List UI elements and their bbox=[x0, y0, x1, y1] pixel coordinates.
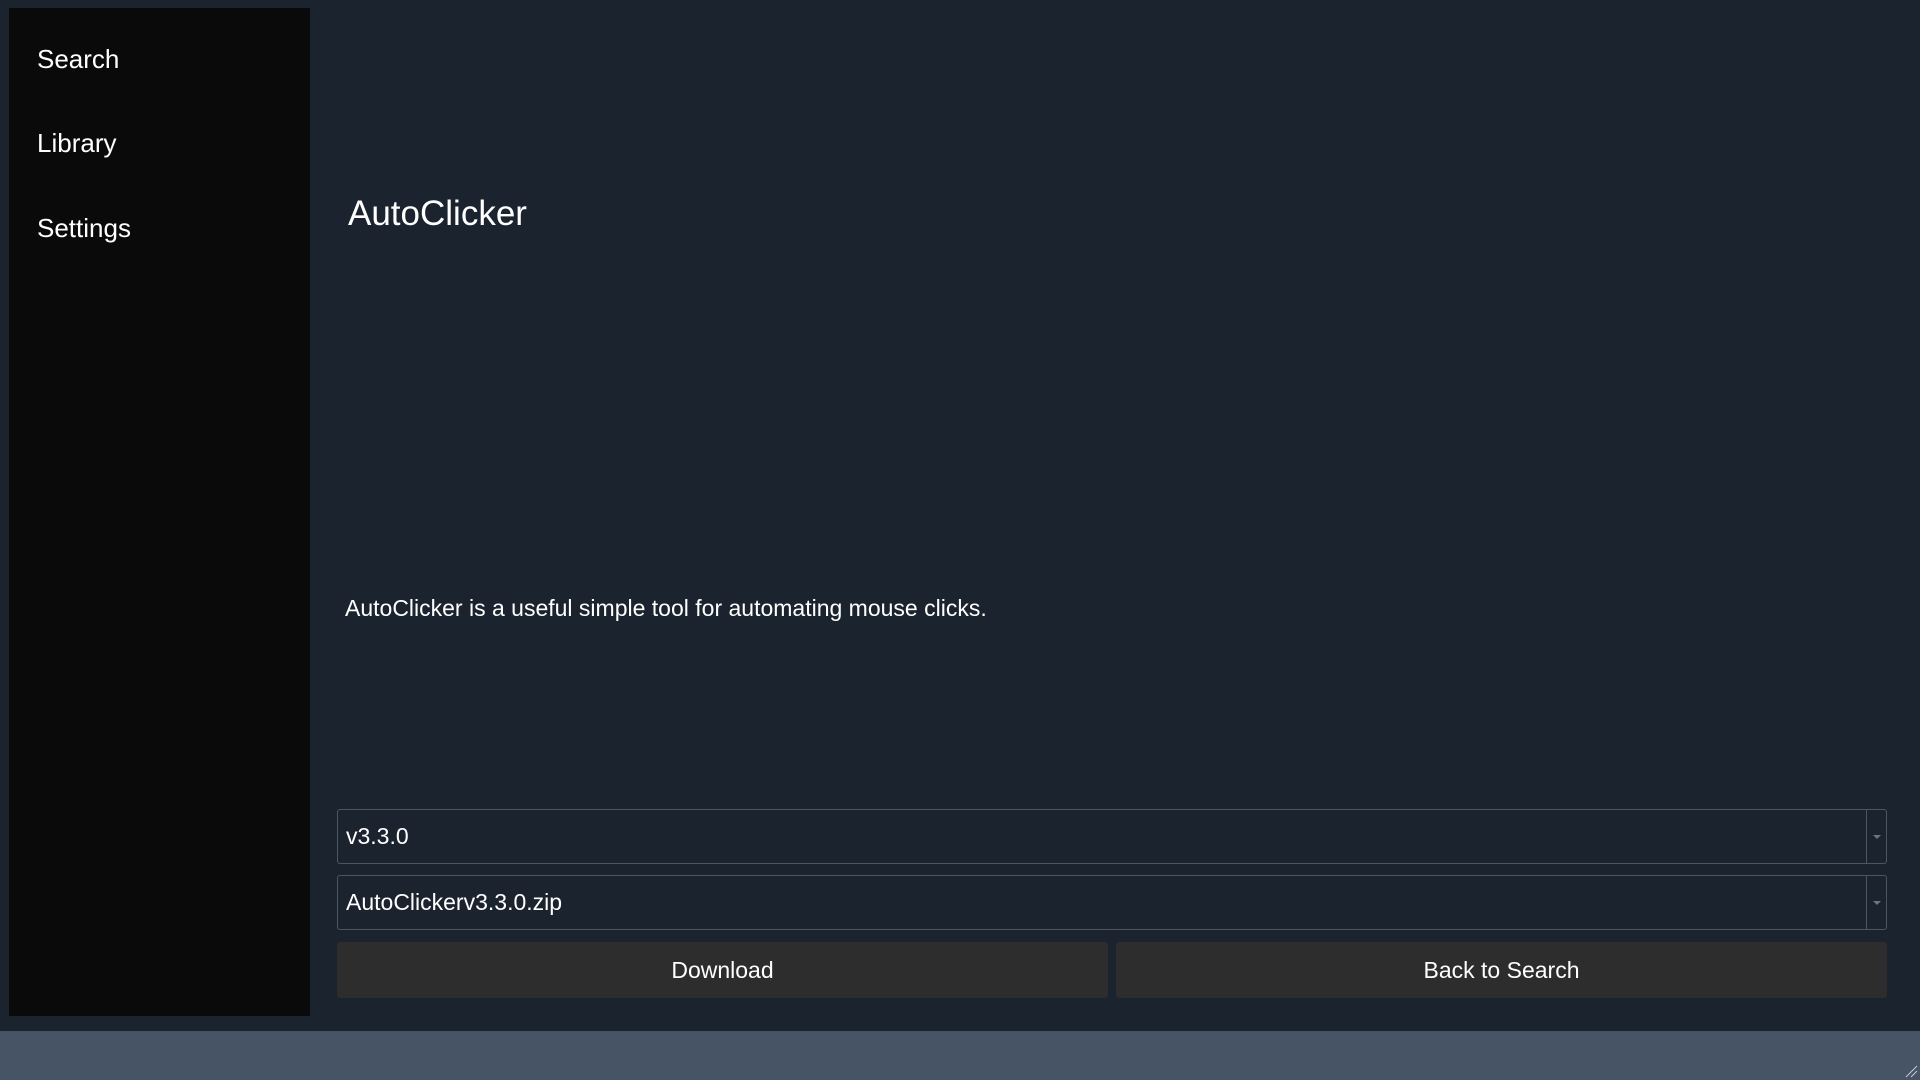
sidebar-item-library[interactable]: Library bbox=[37, 130, 116, 156]
file-select-value: AutoClickerv3.3.0.zip bbox=[346, 889, 563, 915]
chevron-down-icon[interactable] bbox=[1866, 876, 1886, 929]
page-title: AutoClicker bbox=[348, 194, 527, 233]
sidebar-item-search[interactable]: Search bbox=[37, 46, 119, 72]
sidebar: Search Library Settings bbox=[9, 8, 310, 1016]
version-select[interactable]: v3.3.0 bbox=[337, 809, 1887, 864]
download-button[interactable]: Download bbox=[337, 942, 1108, 998]
main-content: AutoClicker AutoClicker is a useful simp… bbox=[310, 0, 1920, 1030]
back-to-search-button[interactable]: Back to Search bbox=[1116, 942, 1887, 998]
app-description: AutoClicker is a useful simple tool for … bbox=[345, 595, 987, 621]
status-bar bbox=[0, 1031, 1920, 1080]
version-select-value: v3.3.0 bbox=[346, 823, 409, 849]
app-window: Search Library Settings AutoClicker Auto… bbox=[0, 0, 1920, 1080]
file-select[interactable]: AutoClickerv3.3.0.zip bbox=[337, 875, 1887, 930]
chevron-down-icon[interactable] bbox=[1866, 810, 1886, 863]
sidebar-item-settings[interactable]: Settings bbox=[37, 215, 131, 241]
resize-grip-icon[interactable] bbox=[1904, 1064, 1918, 1078]
